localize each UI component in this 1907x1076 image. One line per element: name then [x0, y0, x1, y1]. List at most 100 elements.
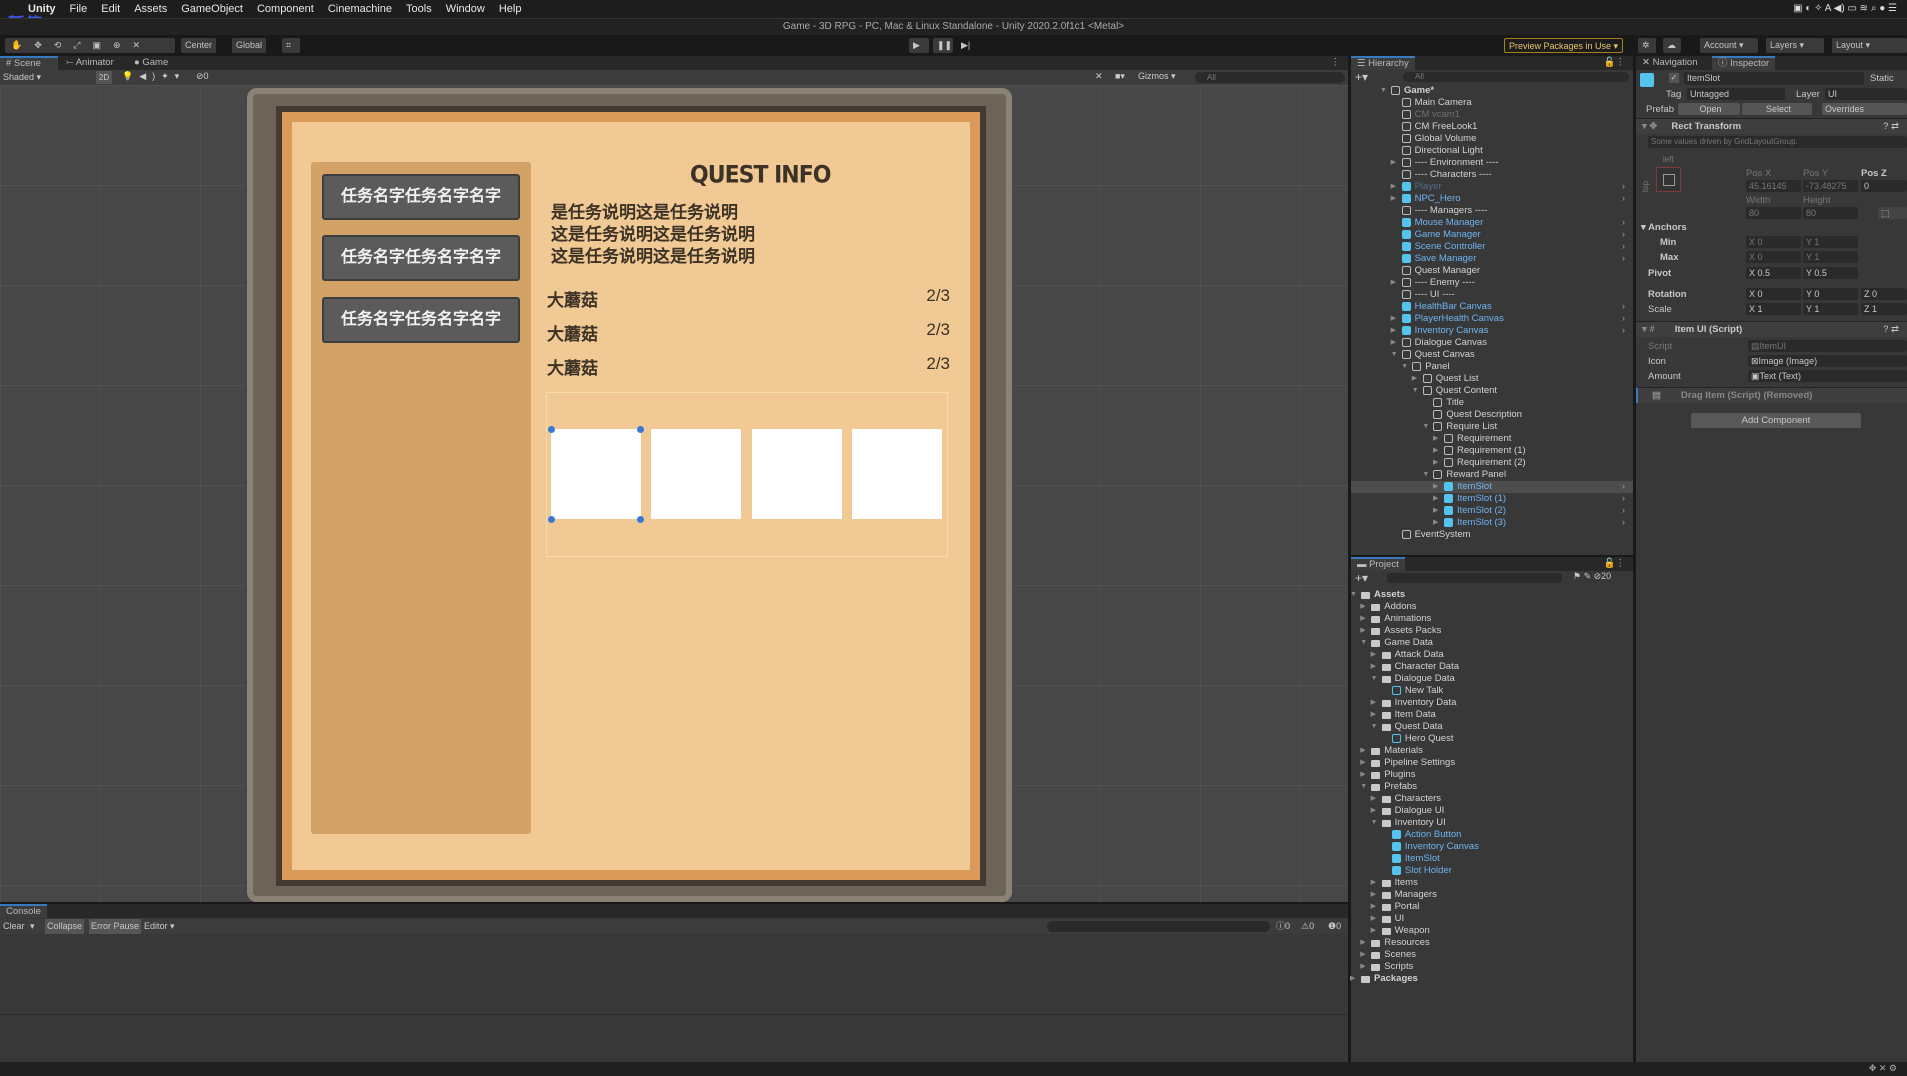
snap-icon[interactable]: ⌗ — [282, 38, 300, 53]
open-prefab-chevron-icon[interactable]: › — [1622, 325, 1625, 337]
project-item-inventory-data[interactable]: ▶ Inventory Data — [1351, 697, 1633, 709]
expand-arrow-down-icon[interactable]: ▼ — [1380, 85, 1387, 97]
scale-y-field[interactable]: Y 1 — [1803, 303, 1858, 315]
expand-arrow-right-icon[interactable]: ▶ — [1360, 937, 1365, 949]
open-prefab-chevron-icon[interactable]: › — [1622, 505, 1625, 517]
hierarchy-item-itemslot-1[interactable]: ▶ ItemSlot (1) › — [1351, 493, 1633, 505]
expand-arrow-down-icon[interactable]: ▼ — [1360, 637, 1367, 649]
project-search-input[interactable] — [1387, 573, 1562, 583]
expand-arrow-down-icon[interactable]: ▼ — [1371, 817, 1378, 829]
anchors-foldout[interactable]: ▾ Anchors — [1641, 222, 1687, 233]
anchor-min-y-field[interactable]: Y 1 — [1803, 236, 1858, 248]
anchor-max-x-field[interactable]: X 0 — [1746, 251, 1801, 263]
hierarchy-item-requirement-1[interactable]: ▶ Requirement (1) — [1351, 445, 1633, 457]
create-button[interactable]: +▾ — [1355, 70, 1368, 84]
active-checkbox[interactable]: ✓ — [1669, 73, 1679, 83]
filter-icons[interactable]: ⚑ ✎ ⊘20 — [1573, 571, 1611, 582]
add-component-button[interactable]: Add Component — [1691, 413, 1861, 428]
project-item-dialogue-ui[interactable]: ▶ Dialogue UI — [1351, 805, 1633, 817]
expand-arrow-right-icon[interactable]: ▶ — [1371, 925, 1376, 937]
scene-view[interactable]: 任务名字任务名字名字 任务名字任务名字名字 任务名字任务名字名字 QUEST I… — [0, 85, 1348, 902]
expand-arrow-down-icon[interactable]: ▼ — [1360, 781, 1367, 793]
create-asset-button[interactable]: +▾ — [1355, 571, 1368, 585]
cloud-icon[interactable]: ☁ — [1663, 38, 1681, 53]
project-item-plugins[interactable]: ▶ Plugins — [1351, 769, 1633, 781]
reward-item-slot[interactable] — [651, 429, 741, 519]
project-item-scenes[interactable]: ▶ Scenes — [1351, 949, 1633, 961]
expand-arrow-down-icon[interactable]: ▼ — [1422, 421, 1429, 433]
hierarchy-item-require-list[interactable]: ▼ Require List — [1351, 421, 1633, 433]
quest-button[interactable]: 任务名字任务名字名字 — [322, 297, 520, 343]
hierarchy-item-enemy[interactable]: ▶ ---- Enemy ---- — [1351, 277, 1633, 289]
layers-dropdown[interactable]: Layers ▾ — [1766, 38, 1824, 53]
tab-project[interactable]: ▬ Project — [1351, 557, 1405, 571]
rect-handle[interactable] — [548, 426, 555, 433]
hierarchy-item-requirement-2[interactable]: ▶ Requirement (2) — [1351, 457, 1633, 469]
hierarchy-item-dialogue-canvas[interactable]: ▶ Dialogue Canvas — [1351, 337, 1633, 349]
expand-arrow-right-icon[interactable]: ▶ — [1360, 757, 1365, 769]
reward-item-slot[interactable] — [752, 429, 842, 519]
menu-cinemachine[interactable]: Cinemachine — [328, 3, 392, 15]
expand-arrow-right-icon[interactable]: ▶ — [1391, 325, 1396, 337]
scale-z-field[interactable]: Z 1 — [1861, 303, 1907, 315]
expand-arrow-right-icon[interactable]: ▶ — [1371, 877, 1376, 889]
gizmos-dropdown[interactable]: Gizmos ▾ — [1138, 71, 1176, 82]
project-item-slot-holder[interactable]: Slot Holder — [1351, 865, 1633, 877]
expand-arrow-right-icon[interactable]: ▶ — [1391, 157, 1396, 169]
pause-button[interactable]: ❚❚ — [933, 38, 953, 53]
expand-arrow-down-icon[interactable]: ▼ — [1401, 361, 1408, 373]
expand-arrow-right-icon[interactable]: ▶ — [1360, 625, 1365, 637]
hierarchy-item-quest-content[interactable]: ▼ Quest Content — [1351, 385, 1633, 397]
hierarchy-item-npc-hero[interactable]: ▶ NPC_Hero › — [1351, 193, 1633, 205]
posy-field[interactable]: -73.48275 — [1803, 180, 1858, 192]
open-prefab-chevron-icon[interactable]: › — [1622, 517, 1625, 529]
transform-tools[interactable]: ✋✥⟲⤢▣⊕✕ — [5, 38, 175, 53]
expand-arrow-right-icon[interactable]: ▶ — [1391, 277, 1396, 289]
expand-arrow-right-icon[interactable]: ▶ — [1433, 481, 1438, 493]
hierarchy-item-global-volume[interactable]: Global Volume — [1351, 133, 1633, 145]
anchor-max-y-field[interactable]: Y 1 — [1803, 251, 1858, 263]
menu-help[interactable]: Help — [499, 3, 522, 15]
lock-icon[interactable]: 🔓⋮ — [1598, 557, 1631, 571]
hierarchy-item-game-manager[interactable]: Game Manager › — [1351, 229, 1633, 241]
quest-button[interactable]: 任务名字任务名字名字 — [322, 235, 520, 281]
hierarchy-item-itemslot[interactable]: ▶ ItemSlot › — [1351, 481, 1633, 493]
hierarchy-item-inventory-canvas[interactable]: ▶ Inventory Canvas › — [1351, 325, 1633, 337]
open-prefab-chevron-icon[interactable]: › — [1622, 217, 1625, 229]
project-item-packages[interactable]: ▶ Packages — [1350, 973, 1633, 985]
2d-toggle[interactable]: 2D — [96, 71, 112, 84]
hierarchy-item-title[interactable]: Title — [1351, 397, 1633, 409]
expand-arrow-right-icon[interactable]: ▶ — [1360, 949, 1365, 961]
project-item-item-data[interactable]: ▶ Item Data — [1351, 709, 1633, 721]
pivot-global-button[interactable]: Global — [232, 38, 267, 53]
tools-icon[interactable]: ✕ — [1095, 71, 1103, 82]
expand-arrow-right-icon[interactable]: ▶ — [1433, 493, 1438, 505]
rotation-x-field[interactable]: X 0 — [1746, 288, 1801, 300]
help-settings-icons[interactable]: ? ⇄ — [1883, 119, 1899, 134]
hierarchy-search-input[interactable]: All — [1403, 72, 1629, 82]
hierarchy-item-panel[interactable]: ▼ Panel — [1351, 361, 1633, 373]
hierarchy-item-mouse-manager[interactable]: Mouse Manager › — [1351, 217, 1633, 229]
clear-dropdown[interactable]: ▾ — [30, 919, 35, 934]
expand-arrow-right-icon[interactable]: ▶ — [1371, 913, 1376, 925]
expand-arrow-right-icon[interactable]: ▶ — [1371, 805, 1376, 817]
expand-arrow-right-icon[interactable]: ▶ — [1371, 661, 1376, 673]
expand-arrow-right-icon[interactable]: ▶ — [1371, 901, 1376, 913]
warning-count[interactable]: ⚠0 — [1301, 919, 1314, 934]
expand-arrow-right-icon[interactable]: ▶ — [1433, 445, 1438, 457]
expand-arrow-right-icon[interactable]: ▶ — [1360, 613, 1365, 625]
log-count[interactable]: ⓘ0 — [1276, 919, 1290, 934]
rotation-z-field[interactable]: Z 0 — [1861, 288, 1907, 300]
menu-window[interactable]: Window — [446, 3, 485, 15]
account-dropdown[interactable]: Account ▾ — [1700, 38, 1758, 53]
hierarchy-item-quest-manager[interactable]: Quest Manager — [1351, 265, 1633, 277]
hierarchy-item-requirement[interactable]: ▶ Requirement — [1351, 433, 1633, 445]
open-prefab-chevron-icon[interactable]: › — [1622, 253, 1625, 265]
project-item-inventory-canvas[interactable]: Inventory Canvas — [1351, 841, 1633, 853]
expand-arrow-right-icon[interactable]: ▶ — [1360, 769, 1365, 781]
expand-arrow-right-icon[interactable]: ▶ — [1371, 697, 1376, 709]
expand-arrow-right-icon[interactable]: ▶ — [1391, 193, 1396, 205]
error-pause-button[interactable]: Error Pause — [89, 919, 142, 934]
hierarchy-item-quest-canvas[interactable]: ▼ Quest Canvas — [1351, 349, 1633, 361]
hierarchy-item-main-camera[interactable]: Main Camera — [1351, 97, 1633, 109]
